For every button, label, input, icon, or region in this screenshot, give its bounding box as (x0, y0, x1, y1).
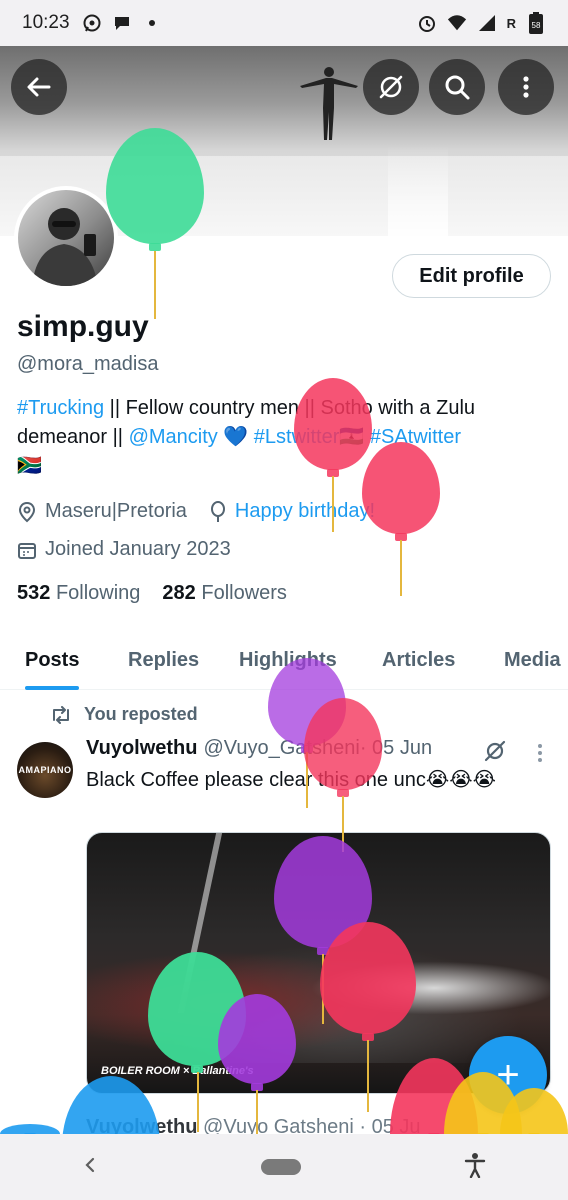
edit-profile-button[interactable]: Edit profile (392, 254, 551, 298)
notification-icons (82, 13, 162, 33)
tab-replies[interactable]: Replies (128, 630, 199, 690)
blue-heart-emoji: 💙 (217, 426, 254, 448)
battery-level: 58 (532, 21, 541, 30)
balloon-purple (218, 994, 296, 1091)
nav-home-button[interactable] (260, 1159, 301, 1175)
more-button[interactable] (498, 59, 554, 115)
south-africa-flag-emoji: 🇿🇦 (17, 455, 42, 477)
avatar-photo (18, 190, 114, 286)
tab-posts[interactable]: Posts (25, 630, 80, 690)
balloon-red (304, 698, 382, 797)
profile-avatar[interactable] (14, 186, 118, 290)
balloon-blue (0, 1124, 60, 1141)
android-nav-bar (0, 1134, 568, 1200)
balloon-string (154, 251, 156, 319)
back-button[interactable] (11, 59, 67, 115)
bio-mention-mancity[interactable]: @Mancity (129, 426, 218, 448)
post-author[interactable]: Vuyolwethu (86, 737, 197, 760)
signal-icon (477, 13, 497, 33)
alarm-icon (417, 13, 437, 33)
tab-articles[interactable]: Articles (382, 630, 455, 690)
status-bar: 10:23 R 58 (0, 0, 568, 46)
birthday-balloon-icon (209, 500, 227, 523)
profile-bio: #Trucking || Fellow country men || Sotho… (17, 394, 552, 481)
post-avatar-text: AMAPIANO (18, 765, 72, 775)
balloon-string (197, 1072, 199, 1132)
following-label: Following (55, 582, 141, 604)
nav-back-button[interactable] (82, 1155, 98, 1180)
balloon-red (294, 378, 372, 477)
repost-label: You reposted (84, 704, 198, 724)
bio-hashtag-trucking[interactable]: #Trucking (17, 397, 104, 419)
followers-count: 282 (162, 582, 196, 604)
banner-light (388, 146, 448, 236)
search-icon (445, 75, 470, 100)
repost-indicator: You reposted (50, 704, 198, 725)
balloon-red (362, 442, 440, 541)
dot-icon (142, 13, 162, 33)
following-link[interactable]: 532 Following (17, 582, 140, 605)
following-count: 532 (17, 582, 51, 604)
profile-joined-row: Joined January 2023 (17, 538, 231, 561)
profile-location: Maseru|Pretoria (45, 500, 187, 522)
nav-accessibility-button[interactable] (464, 1152, 486, 1183)
more-vertical-icon (523, 76, 529, 98)
profile-meta-row: Maseru|Pretoria Happy birthday! (17, 500, 375, 523)
balloon-string (367, 1040, 369, 1112)
profile-birthday[interactable]: Happy birthday! (235, 500, 375, 523)
accessibility-icon (465, 1152, 486, 1178)
post-more-icon[interactable] (530, 742, 550, 769)
followers-link[interactable]: 282 Followers (162, 582, 287, 605)
post-avatar[interactable]: AMAPIANO (17, 742, 73, 798)
calendar-icon (17, 540, 37, 560)
grok-icon (379, 75, 403, 99)
search-button[interactable] (429, 59, 485, 115)
repost-icon (53, 705, 69, 724)
profile-joined: Joined January 2023 (45, 538, 231, 560)
chevron-left-icon (85, 1157, 94, 1172)
follow-stats: 532 Following 282 Followers (17, 582, 287, 605)
post-grok-icon[interactable] (482, 738, 508, 769)
balloon-string (256, 1090, 258, 1134)
balloon-string (332, 476, 334, 532)
roaming-indicator: R (506, 15, 516, 31)
system-icons: R 58 (417, 12, 546, 34)
chat-bubble-icon (112, 13, 132, 33)
status-time: 10:23 (22, 12, 70, 33)
whatsapp-icon (82, 13, 102, 33)
tab-media[interactable]: Media (504, 630, 561, 690)
profile-name: simp.guy (17, 310, 149, 343)
location-pin-icon (17, 501, 37, 523)
followers-label: Followers (201, 582, 287, 604)
grok-button[interactable] (363, 59, 419, 115)
battery-icon: 58 (526, 12, 546, 34)
balloon-string (400, 540, 402, 596)
back-arrow-icon (27, 77, 51, 97)
banner-figure (300, 67, 358, 140)
profile-handle: @mora_madisa (17, 353, 159, 375)
wifi-icon (447, 13, 467, 33)
